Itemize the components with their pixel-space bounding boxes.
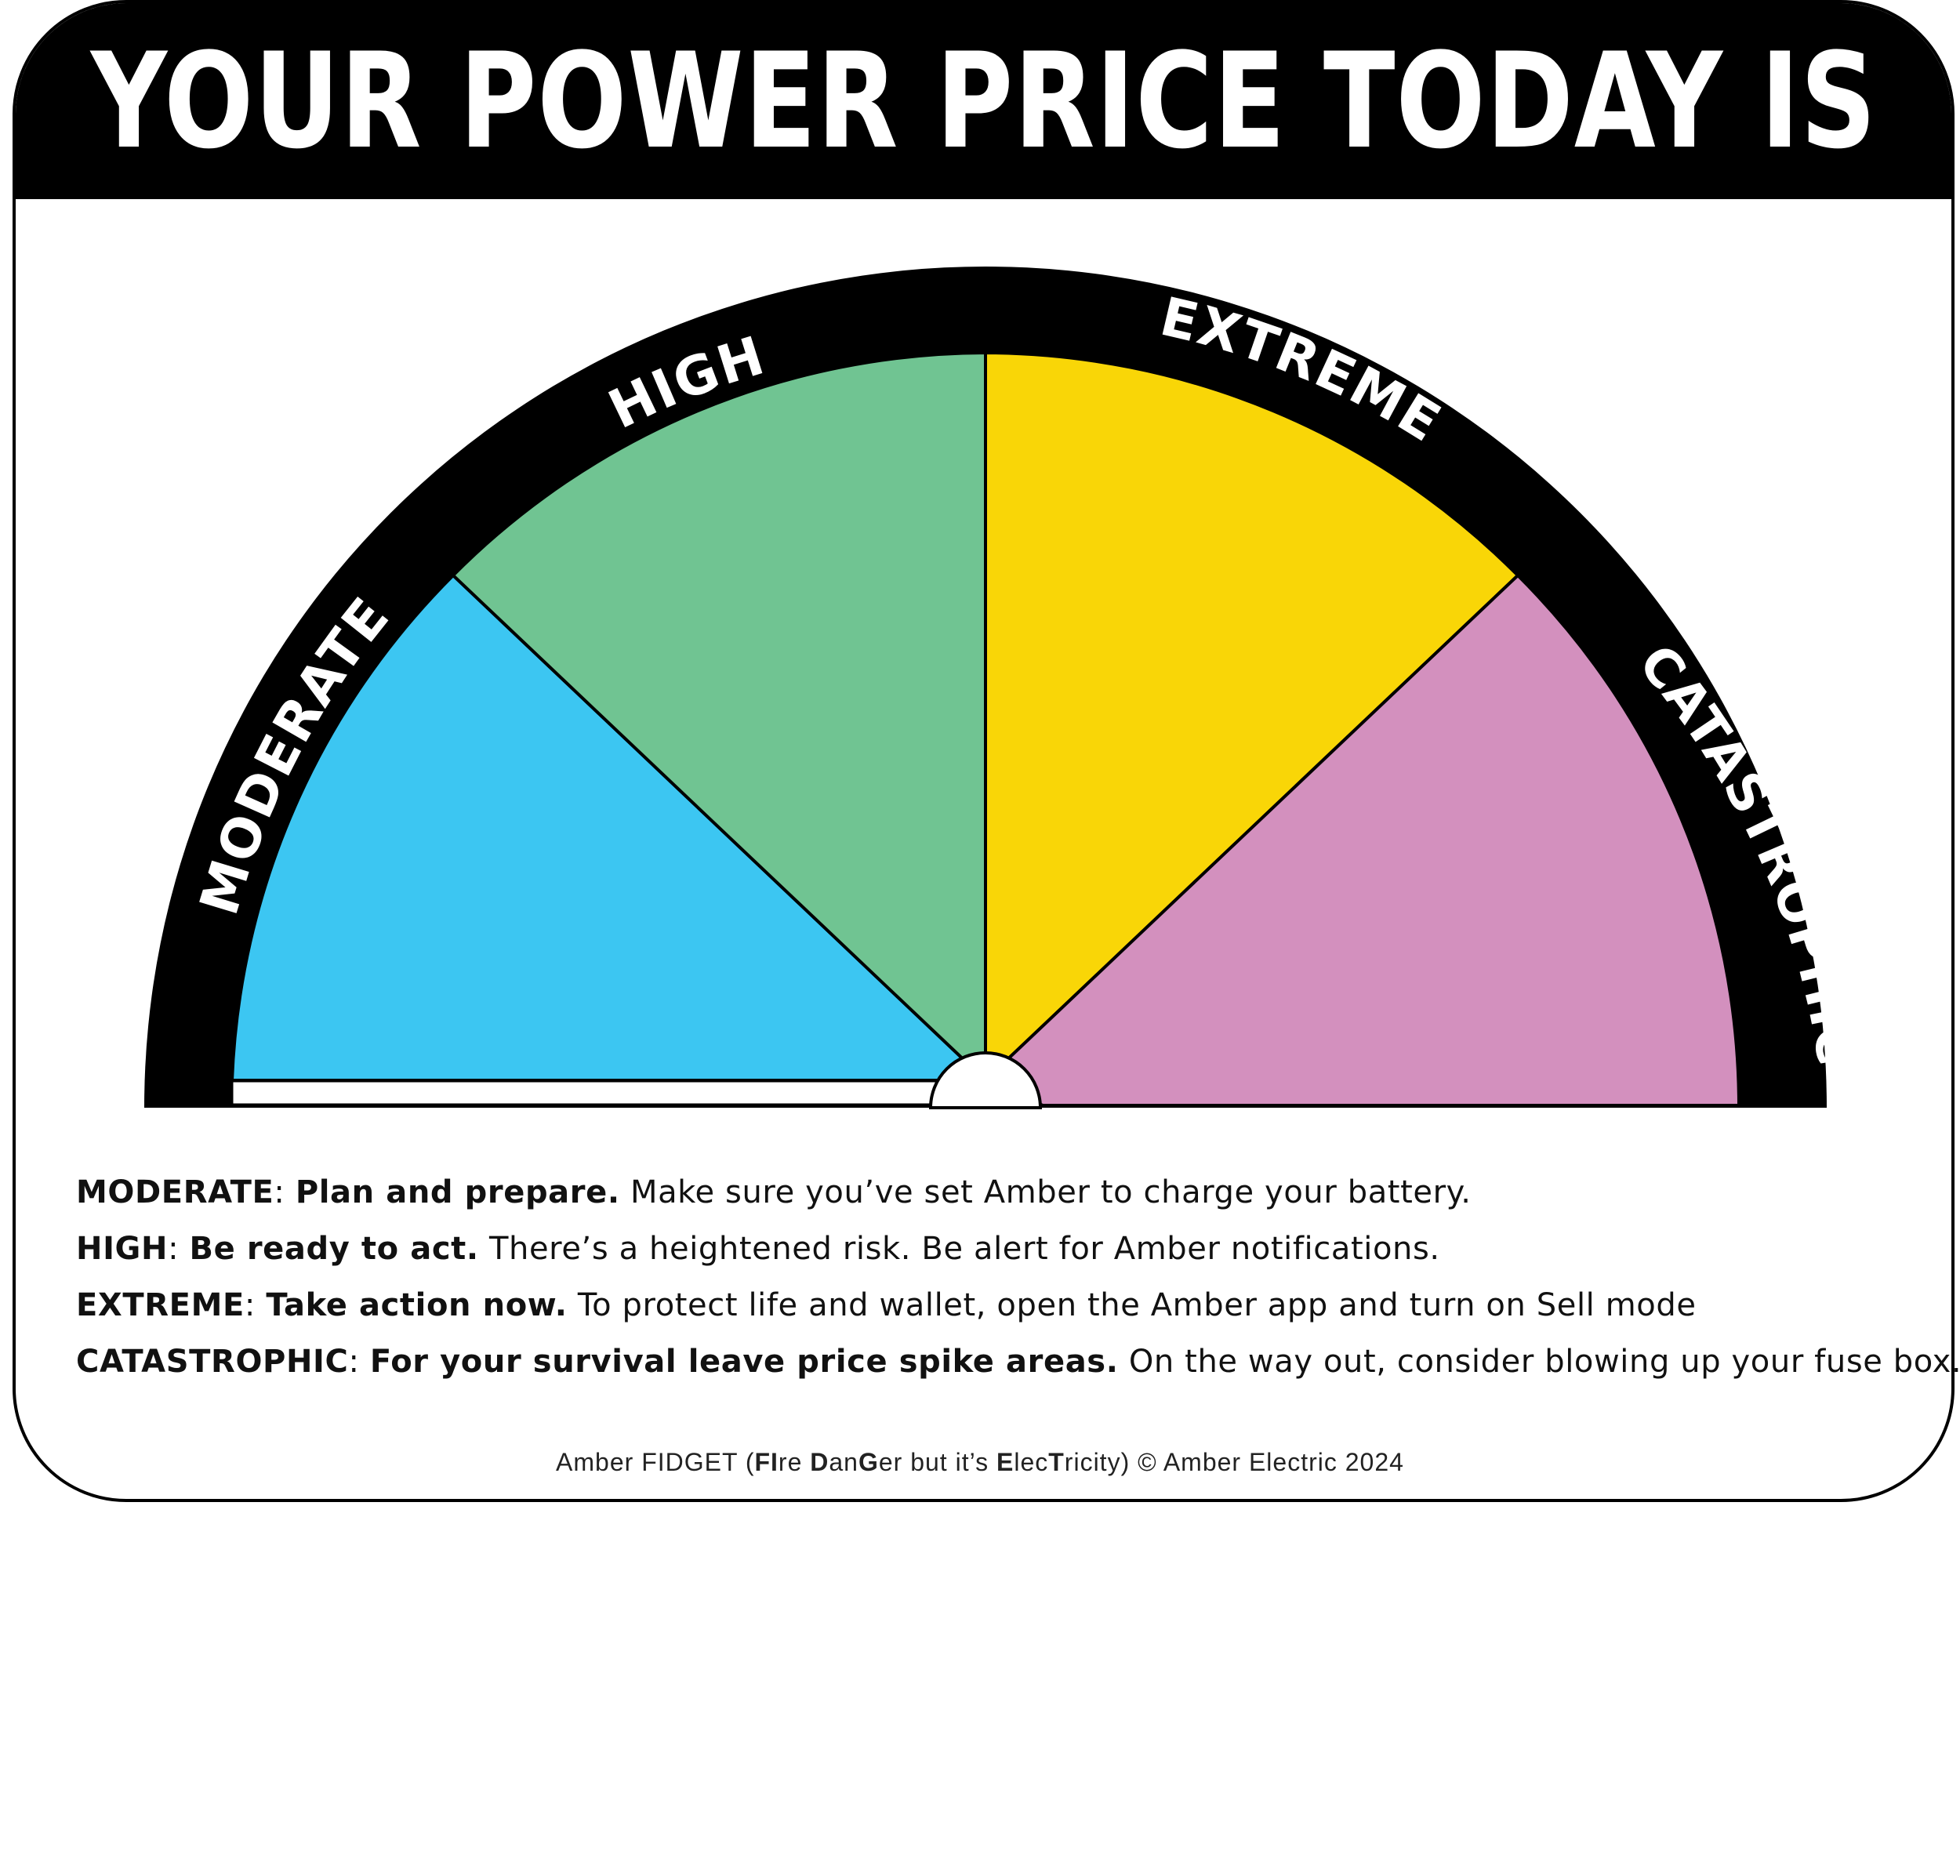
legend-item-extreme: EXTREME: Take action now. To protect lif… bbox=[76, 1277, 1911, 1334]
rating-legend: MODERATE: Plan and prepare. Make sure yo… bbox=[76, 1164, 1960, 1390]
footer-acronym-letter: D bbox=[810, 1448, 829, 1476]
footer-acronym-letter: T bbox=[1048, 1448, 1065, 1476]
legend-level: EXTREME bbox=[76, 1287, 245, 1323]
footer-text: er but it’s bbox=[878, 1448, 996, 1476]
legend-level: MODERATE bbox=[76, 1174, 274, 1210]
footer-acronym-letter: E bbox=[996, 1448, 1014, 1476]
legend-level: CATASTROPHIC bbox=[76, 1344, 349, 1380]
legend-item-moderate: MODERATE: Plan and prepare. Make sure yo… bbox=[76, 1164, 1911, 1221]
legend-detail: To protect life and wallet, open the Amb… bbox=[567, 1287, 1697, 1323]
footer-acronym-letter: FI bbox=[754, 1448, 779, 1476]
footer-text: Amber FIDGET ( bbox=[556, 1448, 755, 1476]
legend-sep: : bbox=[168, 1231, 190, 1267]
footer-text: lec bbox=[1014, 1448, 1049, 1476]
legend-detail: Make sure you’ve set Amber to charge you… bbox=[619, 1174, 1472, 1210]
legend-action: Plan and prepare. bbox=[295, 1174, 620, 1210]
legend-item-high: HIGH: Be ready to act. There’s a heighte… bbox=[76, 1221, 1911, 1277]
footer-acronym-letter: G bbox=[858, 1448, 879, 1476]
legend-action: Take action now. bbox=[266, 1287, 568, 1323]
legend-action: For your survival leave price spike area… bbox=[369, 1344, 1119, 1380]
legend-level: HIGH bbox=[76, 1231, 169, 1267]
legend-sep: : bbox=[244, 1287, 267, 1323]
danger-rating-gauge: MODERATE HIGH EXTREME CATASTROPHIC bbox=[144, 267, 1866, 1109]
legend-detail: There’s a heightened risk. Be alert for … bbox=[478, 1231, 1440, 1267]
legend-sep: : bbox=[274, 1174, 296, 1210]
legend-detail: On the way out, consider blowing up your… bbox=[1118, 1344, 1960, 1380]
copyright-footer: Amber FIDGET (FIre DanGer but it’s ElecT… bbox=[0, 1448, 1960, 1477]
footer-text: ricity) © Amber Electric 2024 bbox=[1064, 1448, 1404, 1476]
legend-action: Be ready to act. bbox=[189, 1231, 479, 1267]
legend-sep: : bbox=[348, 1344, 370, 1380]
footer-text: re bbox=[778, 1448, 811, 1476]
legend-item-catastrophic: CATASTROPHIC: For your survival leave pr… bbox=[76, 1334, 1960, 1390]
gauge-base-strip bbox=[230, 1080, 967, 1106]
footer-text: an bbox=[829, 1448, 858, 1476]
